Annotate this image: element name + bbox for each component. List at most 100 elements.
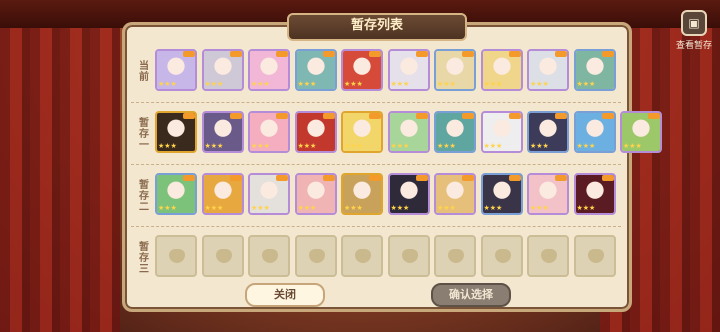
empty-slot[interactable] — [248, 235, 290, 277]
level-tag-icon — [183, 175, 195, 181]
placeholder-icon — [355, 249, 371, 263]
character-slot[interactable]: ★★★ — [573, 173, 616, 215]
character-slot[interactable]: ★★★ — [155, 173, 197, 215]
star-rating-icon: ★★★ — [530, 142, 549, 150]
level-tag-icon — [601, 51, 614, 57]
level-tag-icon — [462, 51, 474, 57]
row-divider — [131, 164, 621, 165]
star-rating-icon: ★★★ — [576, 80, 596, 88]
slot-list: ★★★ ★★★ ★★★ ★★★ ★★★ ★★★ ★★★ ★★★ ★★★ ★★★ ★★★ — [155, 109, 662, 157]
level-tag-icon — [322, 113, 335, 119]
star-rating-icon: ★★★ — [204, 80, 224, 88]
level-tag-icon — [508, 113, 521, 119]
level-tag-icon — [462, 175, 474, 181]
view-storage-label: 查看暂存 — [676, 41, 713, 51]
character-slot[interactable]: ★★★ — [294, 173, 337, 215]
character-slot[interactable]: ★★★ — [341, 173, 383, 215]
level-tag-icon — [508, 175, 521, 181]
character-slot[interactable]: ★★★ — [527, 111, 569, 153]
character-slot[interactable]: ★★★ — [387, 111, 430, 153]
level-tag-icon — [183, 51, 195, 57]
empty-slot[interactable] — [387, 235, 430, 277]
row-label: 暂存一 — [136, 116, 148, 150]
star-rating-icon: ★★★ — [623, 142, 642, 150]
placeholder-icon — [169, 249, 185, 263]
empty-slot[interactable] — [480, 235, 523, 277]
character-slot[interactable]: ★★★ — [480, 111, 523, 153]
character-slot[interactable]: ★★★ — [248, 49, 290, 91]
level-tag-icon — [229, 175, 242, 181]
character-slot[interactable]: ★★★ — [527, 49, 569, 91]
level-tag-icon — [276, 51, 288, 57]
view-storage-button[interactable]: ▣ 查看暂存 — [676, 10, 712, 51]
character-slot[interactable]: ★★★ — [248, 173, 290, 215]
character-slot[interactable]: ★★★ — [248, 111, 290, 153]
close-button[interactable]: 关闭 — [245, 283, 325, 307]
character-slot[interactable]: ★★★ — [434, 111, 476, 153]
empty-slot[interactable] — [573, 235, 616, 277]
level-tag-icon — [276, 175, 288, 181]
level-tag-icon — [322, 175, 335, 181]
character-slot[interactable]: ★★★ — [155, 49, 197, 91]
character-slot[interactable]: ★★★ — [201, 49, 244, 91]
character-slot[interactable]: ★★★ — [480, 173, 523, 215]
empty-slot[interactable] — [527, 235, 569, 277]
level-tag-icon — [508, 51, 521, 57]
character-slot[interactable]: ★★★ — [480, 49, 523, 91]
character-slot[interactable]: ★★★ — [434, 49, 476, 91]
character-slot[interactable]: ★★★ — [620, 111, 662, 153]
star-rating-icon: ★★★ — [158, 80, 177, 88]
star-rating-icon: ★★★ — [390, 204, 410, 212]
level-tag-icon — [415, 113, 428, 119]
level-tag-icon — [415, 51, 428, 57]
level-tag-icon — [229, 51, 242, 57]
placeholder-icon — [308, 249, 325, 263]
star-rating-icon: ★★★ — [297, 142, 317, 150]
star-rating-icon: ★★★ — [483, 142, 503, 150]
empty-slot[interactable] — [201, 235, 244, 277]
row-label: 暂存二 — [136, 178, 148, 212]
character-slot[interactable]: ★★★ — [573, 111, 616, 153]
character-slot[interactable]: ★★★ — [387, 173, 430, 215]
level-tag-icon — [276, 113, 288, 119]
character-slot[interactable]: ★★★ — [294, 111, 337, 153]
star-rating-icon: ★★★ — [204, 204, 224, 212]
level-tag-icon — [555, 175, 567, 181]
storage-row: 暂存三 — [131, 233, 621, 281]
row-label: 暂存三 — [136, 240, 148, 274]
level-tag-icon — [369, 51, 381, 57]
slot-list — [155, 233, 621, 281]
level-tag-icon — [555, 51, 567, 57]
character-slot[interactable]: ★★★ — [527, 173, 569, 215]
panel-title: 暂存列表 — [287, 13, 467, 41]
level-tag-icon — [648, 113, 660, 119]
placeholder-icon — [448, 249, 464, 263]
level-tag-icon — [415, 175, 428, 181]
character-slot[interactable]: ★★★ — [341, 49, 383, 91]
confirm-select-button[interactable]: 确认选择 — [431, 283, 511, 307]
storage-row: 当前 ★★★ ★★★ ★★★ ★★★ ★★★ ★★★ ★★★ ★★★ ★★★ ★★★ — [131, 47, 621, 95]
placeholder-icon — [215, 249, 232, 263]
character-slot[interactable]: ★★★ — [201, 173, 244, 215]
slot-list: ★★★ ★★★ ★★★ ★★★ ★★★ ★★★ ★★★ ★★★ ★★★ ★★★ — [155, 171, 621, 219]
empty-slot[interactable] — [155, 235, 197, 277]
character-slot[interactable]: ★★★ — [201, 111, 244, 153]
level-tag-icon — [183, 113, 195, 119]
character-slot[interactable]: ★★★ — [155, 111, 197, 153]
empty-slot[interactable] — [294, 235, 337, 277]
empty-slot[interactable] — [341, 235, 383, 277]
character-slot[interactable]: ★★★ — [341, 111, 383, 153]
placeholder-icon — [587, 249, 604, 263]
character-slot[interactable]: ★★★ — [387, 49, 430, 91]
character-slot[interactable]: ★★★ — [573, 49, 616, 91]
character-slot[interactable]: ★★★ — [434, 173, 476, 215]
star-rating-icon: ★★★ — [437, 142, 456, 150]
storage-row: 暂存一 ★★★ ★★★ ★★★ ★★★ ★★★ ★★★ ★★★ ★★★ ★★★ ★★★ ★★★ — [131, 109, 662, 157]
character-slot[interactable]: ★★★ — [294, 49, 337, 91]
slot-list: ★★★ ★★★ ★★★ ★★★ ★★★ ★★★ ★★★ ★★★ ★★★ ★★★ — [155, 47, 621, 95]
row-label: 当前 — [136, 60, 148, 82]
star-rating-icon: ★★★ — [437, 204, 456, 212]
empty-slot[interactable] — [434, 235, 476, 277]
row-divider — [131, 226, 621, 227]
star-rating-icon: ★★★ — [297, 80, 317, 88]
